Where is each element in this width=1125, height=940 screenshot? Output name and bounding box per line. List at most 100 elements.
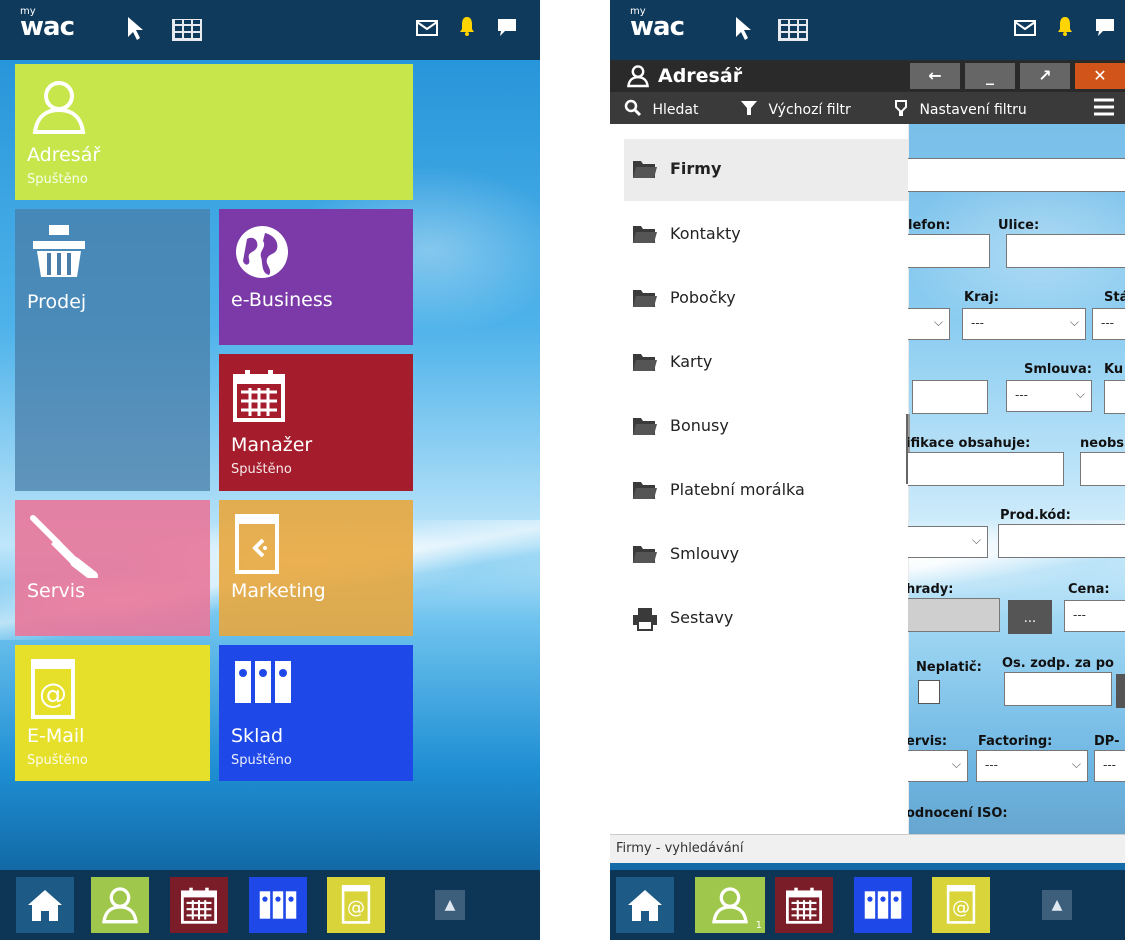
filter-settings-button[interactable]: Nastavení filtru [893,99,1027,118]
prodkod-input[interactable] [998,524,1125,558]
nav-item-bonusy[interactable]: Bonusy [624,396,908,458]
factoring-select[interactable]: --- ⌵ [976,750,1088,782]
hamburger-menu-icon[interactable] [1092,97,1116,121]
tile-marketing[interactable]: Marketing [219,500,413,636]
nav-item-platebni-moralka[interactable]: Platební morálka [624,460,908,522]
ulice-input[interactable] [1006,234,1125,268]
top-bar: my wac [610,0,1125,60]
neobsahuje-input[interactable] [1080,452,1125,486]
taskbar-home-button[interactable] [616,877,674,933]
bell-icon[interactable] [452,15,482,43]
nav-item-label: Smlouvy [670,544,740,563]
keyboard-grid-icon[interactable] [778,15,808,47]
category-select[interactable]: ⌵ [908,526,988,558]
tile-sklad[interactable]: Sklad Spuštěno [219,645,413,781]
telefon-input[interactable] [908,234,990,268]
chat-icon[interactable] [1090,15,1120,43]
taskbar-manazer-button[interactable] [775,877,833,933]
stat-select[interactable]: --- [1092,308,1125,340]
cena-select[interactable]: --- [1064,600,1125,632]
users-icon [712,887,748,924]
chat-icon[interactable] [492,15,522,43]
tile-servis[interactable]: Servis [15,500,210,636]
oszodp-input[interactable] [1004,672,1112,706]
taskbar-adresar-button[interactable]: 1 [695,877,765,933]
folder-icon [632,223,658,249]
okres-select[interactable]: ⌵ [908,308,950,340]
bell-icon[interactable] [1050,15,1080,43]
minimize-icon: _ [986,66,994,85]
taskbar-home-button[interactable] [16,877,74,933]
klasifikace-input[interactable] [908,452,1064,486]
filter-form: lefon: Ulice: Kraj: Stát ⌵ ---⌵ --- Smlo… [908,124,1125,834]
uhrady-browse-button[interactable]: ... [1008,600,1052,634]
search-button[interactable]: Hledat [624,99,698,118]
kraj-select[interactable]: --- ⌵ [962,308,1086,340]
taskbar-expand-up-icon[interactable]: ▲ [435,890,465,920]
nav-item-label: Platební morálka [670,480,805,499]
smlouva-select[interactable]: --- ⌵ [1006,380,1092,412]
keyboard-grid-icon[interactable] [172,15,202,47]
app-logo[interactable]: my wac [20,6,75,42]
tile-prodej[interactable]: Prodej [15,209,210,491]
mail-icon[interactable] [412,15,442,43]
pointer-icon[interactable] [728,15,758,47]
restore-button[interactable]: ↗ [1020,63,1070,89]
nav-item-label: Karty [670,352,713,371]
ku-input[interactable] [1104,380,1125,414]
dp-select[interactable]: --- [1094,750,1125,782]
nav-item-karty[interactable]: Karty [624,332,908,394]
taskbar-sklad-button[interactable] [854,877,912,933]
mail-icon[interactable] [1010,15,1040,43]
nav-item-firmy[interactable]: Firmy [624,139,908,201]
nav-item-label: Bonusy [670,416,729,435]
nav-item-smlouvy[interactable]: Smlouvy [624,524,908,586]
tile-ebusiness[interactable]: e-Business [219,209,413,345]
pointer-icon[interactable] [120,15,150,47]
top-bar: my wac [0,0,540,60]
filter-icon [741,101,757,115]
ico-input[interactable] [912,380,988,414]
label-neobsahuje: neobs [1080,436,1125,451]
label-hodnoceni-iso: odnocení ISO: [908,806,1008,821]
tile-manazer[interactable]: Manažer Spuštěno [219,354,413,491]
screwdriver-icon [29,514,99,582]
chevron-down-icon: ⌵ [971,533,981,547]
tile-adresar[interactable]: Adresář Spuštěno [15,64,413,200]
status-text: Firmy - vyhledávání [616,841,744,856]
company-name-input[interactable] [908,158,1125,192]
chevron-down-icon: ⌵ [1069,315,1079,329]
nav-item-sestavy[interactable]: Sestavy [624,588,908,650]
app-logo[interactable]: my wac [630,6,685,42]
taskbar: 1 @ ▲ [610,870,1125,940]
close-button[interactable]: ✕ [1075,63,1125,89]
default-filter-label: Výchozí filtr [768,102,851,118]
nav-panel: Firmy Kontakty Pobočky Karty Bonusy Plat… [610,124,910,834]
taskbar-email-button[interactable]: @ [932,877,990,933]
servis-select[interactable]: ⌵ [908,750,968,782]
nav-item-pobocky[interactable]: Pobočky [624,268,908,330]
taskbar-adresar-button[interactable] [91,877,149,933]
nav-item-label: Kontakty [670,224,741,243]
default-filter-button[interactable]: Výchozí filtr [740,99,851,118]
taskbar-sklad-button[interactable] [249,877,307,933]
nav-item-kontakty[interactable]: Kontakty [624,204,908,266]
neplatic-checkbox[interactable] [918,680,940,704]
search-icon [624,99,642,117]
uhrady-input[interactable] [908,598,1000,632]
taskbar-expand-up-icon[interactable]: ▲ [1042,890,1072,920]
calendar-icon [181,887,217,924]
label-uhrady: hrady: [908,582,954,597]
window-toolbar: Hledat Výchozí filtr Nastavení filtru [610,92,1125,124]
search-label: Hledat [652,102,699,118]
label-ulice: Ulice: [998,218,1040,233]
back-button[interactable]: ← [910,63,960,89]
tile-email[interactable]: @ E-Mail Spuštěno [15,645,210,781]
folder-icon [632,479,658,505]
label-stat: Stát [1104,290,1125,305]
minimize-button[interactable]: _ [965,63,1015,89]
taskbar-email-button[interactable]: @ [327,877,385,933]
taskbar-manazer-button[interactable] [170,877,228,933]
label-telefon: lefon: [908,218,951,233]
oszodp-browse-button[interactable] [1116,674,1125,708]
